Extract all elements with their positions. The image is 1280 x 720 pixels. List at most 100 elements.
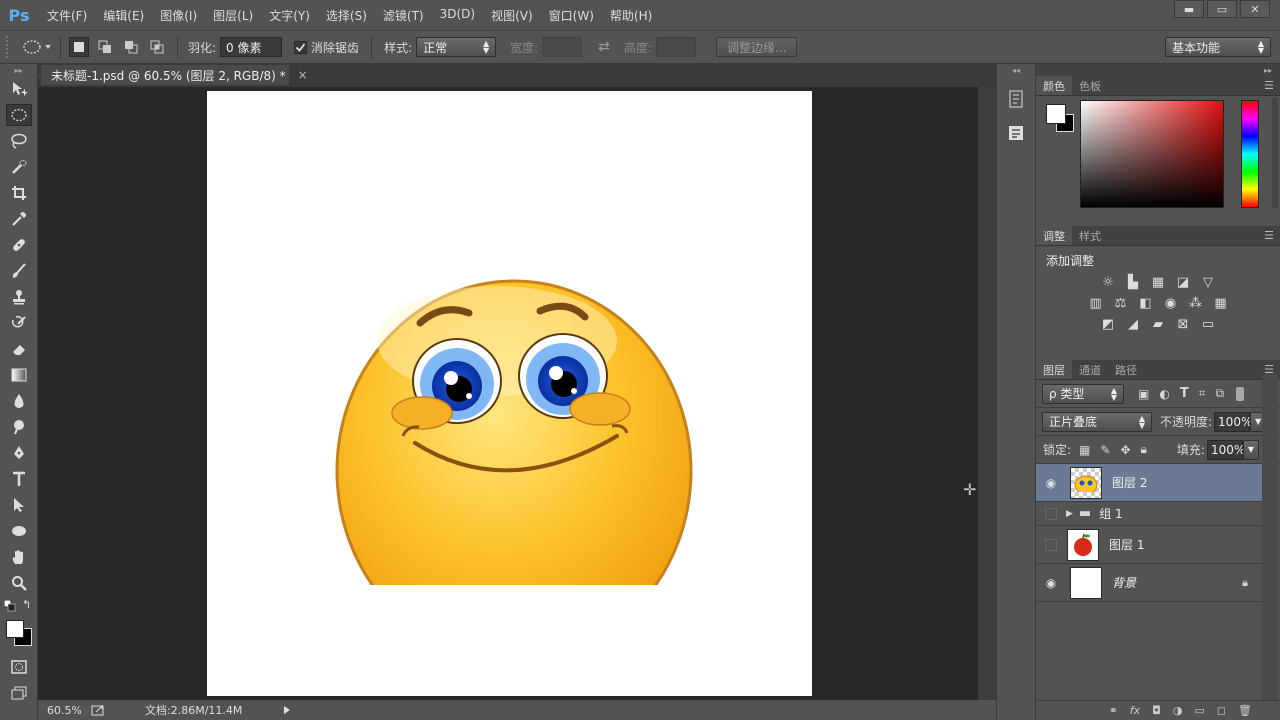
tab-swatches[interactable]: 色板: [1072, 76, 1108, 95]
path-selection-tool[interactable]: [0, 492, 38, 518]
menu-item[interactable]: 窗口(W): [549, 7, 594, 24]
hue-saturation-icon[interactable]: ▥: [1083, 296, 1108, 311]
gradient-map-icon[interactable]: ▭: [1196, 317, 1221, 332]
history-brush-tool[interactable]: [0, 310, 38, 336]
default-colors-icon[interactable]: [4, 600, 16, 612]
filter-type-icon[interactable]: T: [1180, 386, 1189, 401]
dodge-tool[interactable]: [0, 414, 38, 440]
menu-item[interactable]: 滤镜(T): [383, 7, 424, 24]
menu-item[interactable]: 编辑(E): [103, 7, 144, 24]
filter-pixel-icon[interactable]: ▣: [1138, 387, 1149, 401]
menu-item[interactable]: 帮助(H): [610, 7, 652, 24]
filter-adjustment-icon[interactable]: ◐: [1159, 387, 1169, 401]
link-layers-icon[interactable]: ⚭: [1109, 704, 1118, 717]
color-lookup-icon[interactable]: ▦: [1208, 296, 1233, 311]
history-panel-button[interactable]: [997, 86, 1035, 112]
channel-mixer-icon[interactable]: ⁂: [1183, 296, 1208, 311]
foreground-color-swatch[interactable]: [6, 620, 24, 638]
menu-item[interactable]: 图层(L): [213, 7, 253, 24]
eyedropper-tool[interactable]: [0, 206, 38, 232]
threshold-icon[interactable]: ▰: [1146, 317, 1171, 332]
layer-filter-select[interactable]: ρ 类型 ▲ ▼: [1042, 383, 1124, 404]
menu-item[interactable]: 选择(S): [326, 7, 367, 24]
curves-icon[interactable]: ▦: [1146, 275, 1171, 290]
add-selection-icon[interactable]: [95, 37, 115, 57]
play-arrow-icon[interactable]: [282, 705, 292, 715]
filter-shape-icon[interactable]: ⌗: [1199, 386, 1206, 401]
menu-item[interactable]: 文件(F): [47, 7, 87, 24]
healing-brush-tool[interactable]: [0, 232, 38, 258]
export-icon[interactable]: [91, 704, 105, 716]
layer-row[interactable]: 图层 1: [1036, 526, 1262, 564]
invert-icon[interactable]: ◩: [1096, 317, 1121, 332]
expand-panels-icon[interactable]: ◂◂: [997, 64, 1035, 76]
fill-input[interactable]: 100%: [1206, 439, 1245, 460]
subtract-selection-icon[interactable]: [121, 37, 141, 57]
crop-tool[interactable]: [0, 180, 38, 206]
refine-edge-button[interactable]: 调整边缘...: [715, 37, 798, 57]
menu-item[interactable]: 文字(Y): [269, 7, 310, 24]
tab-color[interactable]: 颜色: [1036, 76, 1072, 95]
menu-item[interactable]: 图像(I): [160, 7, 197, 24]
tab-channels[interactable]: 通道: [1072, 360, 1108, 379]
vertical-scrollbar[interactable]: [978, 87, 996, 700]
scroll-handle[interactable]: [1272, 98, 1278, 208]
swap-dimensions-icon[interactable]: ⇄: [598, 39, 610, 55]
levels-icon[interactable]: ▙: [1121, 275, 1146, 290]
posterize-icon[interactable]: ◢: [1121, 317, 1146, 332]
visibility-toggle-off[interactable]: [1045, 538, 1057, 551]
height-input[interactable]: [655, 37, 696, 57]
black-white-icon[interactable]: ◧: [1133, 296, 1158, 311]
elliptical-marquee-tool[interactable]: [0, 102, 38, 128]
lasso-tool[interactable]: [0, 128, 38, 154]
collapse-toolbar-icon[interactable]: ▸▸: [0, 64, 37, 76]
layers-scrollbar[interactable]: [1262, 374, 1278, 704]
brush-tool[interactable]: [0, 258, 38, 284]
restore-button[interactable]: ▭: [1207, 0, 1237, 18]
swap-colors-icon[interactable]: ↰: [22, 598, 31, 611]
screen-mode-button[interactable]: [0, 680, 38, 706]
menu-item[interactable]: 3D(D): [440, 7, 475, 24]
feather-input[interactable]: 0 像素: [220, 37, 283, 57]
tool-preset-picker[interactable]: [22, 39, 52, 55]
lock-transparent-icon[interactable]: ▦: [1079, 443, 1090, 457]
width-input[interactable]: [542, 37, 583, 57]
hue-slider[interactable]: [1241, 100, 1259, 208]
zoom-level[interactable]: 60.5%: [47, 704, 87, 717]
lock-image-icon[interactable]: ✎: [1100, 443, 1110, 457]
visibility-toggle-off[interactable]: [1045, 507, 1057, 520]
tab-paths[interactable]: 路径: [1108, 360, 1144, 379]
lock-all-icon[interactable]: 🔒︎: [1141, 442, 1147, 457]
color-fg-swatch[interactable]: [1046, 104, 1066, 124]
menu-item[interactable]: 视图(V): [491, 7, 533, 24]
style-select[interactable]: 正常 ▲ ▼: [416, 37, 497, 57]
workspace-select[interactable]: 基本功能 ▲ ▼: [1165, 37, 1271, 57]
vibrance-icon[interactable]: ▽: [1196, 275, 1221, 290]
quick-selection-tool[interactable]: [0, 154, 38, 180]
panel-menu-icon[interactable]: ☰: [1264, 229, 1274, 242]
delete-layer-icon[interactable]: 🗑︎: [1238, 704, 1252, 717]
opacity-input[interactable]: 100%: [1214, 411, 1252, 432]
filter-smart-object-icon[interactable]: ⧉: [1215, 386, 1224, 401]
properties-panel-button[interactable]: [997, 120, 1035, 146]
type-tool[interactable]: [0, 466, 38, 492]
layer-style-icon[interactable]: fx: [1130, 704, 1140, 717]
lock-position-icon[interactable]: ✥: [1120, 443, 1130, 457]
eraser-tool[interactable]: [0, 336, 38, 362]
layer-group-row[interactable]: ▶ ▬ 组 1: [1036, 502, 1262, 526]
selective-color-icon[interactable]: ⊠: [1171, 317, 1196, 332]
expand-triangle-icon[interactable]: ▶: [1066, 509, 1073, 519]
hand-tool[interactable]: [0, 544, 38, 570]
color-field[interactable]: [1080, 100, 1224, 208]
blur-tool[interactable]: [0, 388, 38, 414]
document-canvas[interactable]: [207, 91, 812, 696]
collapse-dock-icon[interactable]: ▸▸: [1036, 64, 1280, 76]
new-adjustment-icon[interactable]: ◑: [1173, 704, 1183, 717]
panel-menu-icon[interactable]: ☰: [1264, 79, 1274, 92]
gradient-tool[interactable]: [0, 362, 38, 388]
quick-mask-button[interactable]: [0, 654, 38, 680]
close-tab-icon[interactable]: ×: [298, 68, 308, 82]
new-group-icon[interactable]: ▭: [1194, 704, 1204, 717]
blend-mode-select[interactable]: 正片叠底 ▲ ▼: [1042, 411, 1152, 432]
color-balance-icon[interactable]: ⚖: [1108, 296, 1133, 311]
